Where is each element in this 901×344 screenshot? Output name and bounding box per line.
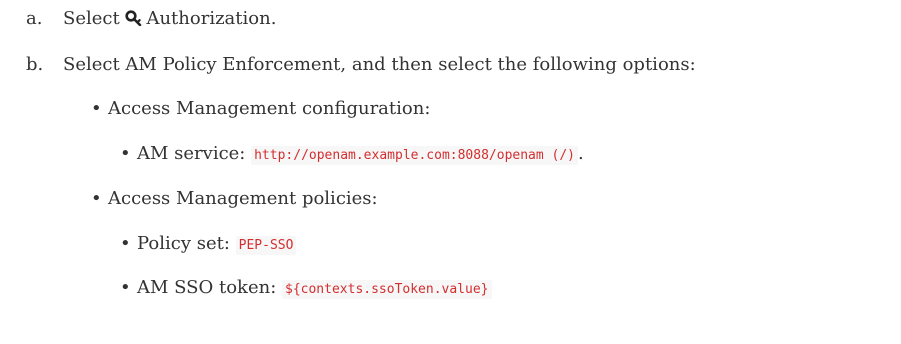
bullet-dot: • bbox=[91, 98, 102, 119]
option-value: PEP-SSO bbox=[235, 236, 297, 255]
bullet-dot: • bbox=[120, 143, 131, 164]
bullet-dot: • bbox=[120, 233, 131, 254]
section-am-policies: • Access Management policies: bbox=[91, 185, 378, 213]
option-label: Policy set: bbox=[137, 233, 230, 254]
section-am-configuration: • Access Management configuration: bbox=[91, 95, 430, 123]
option-value: ${contexts.ssoToken.value} bbox=[282, 280, 492, 299]
option-policy-set: • Policy set: PEP-SSO bbox=[120, 230, 297, 258]
option-am-service: • AM service: http://openam.example.com:8… bbox=[120, 140, 584, 168]
key-icon bbox=[125, 10, 142, 26]
option-am-sso-token: • AM SSO token: ${contexts.ssoToken.value… bbox=[120, 274, 492, 302]
step-b-text: Select AM Policy Enforcement, and then s… bbox=[63, 54, 696, 75]
section-label: Access Management policies: bbox=[108, 188, 378, 209]
bullet-dot: • bbox=[120, 277, 131, 298]
step-a-marker: a. bbox=[26, 8, 43, 29]
bullet-dot: • bbox=[91, 188, 102, 209]
step-a-text: Select Authorization. bbox=[63, 5, 276, 33]
step-a-after: Authorization. bbox=[146, 8, 277, 29]
option-value: http://openam.example.com:8088/openam (/… bbox=[251, 146, 579, 165]
step-b-marker: b. bbox=[26, 54, 44, 75]
step-a-before: Select bbox=[63, 8, 120, 29]
option-suffix: . bbox=[578, 143, 584, 164]
section-label: Access Management configuration: bbox=[108, 98, 431, 119]
option-label: AM SSO token: bbox=[137, 277, 277, 298]
option-label: AM service: bbox=[137, 143, 246, 164]
